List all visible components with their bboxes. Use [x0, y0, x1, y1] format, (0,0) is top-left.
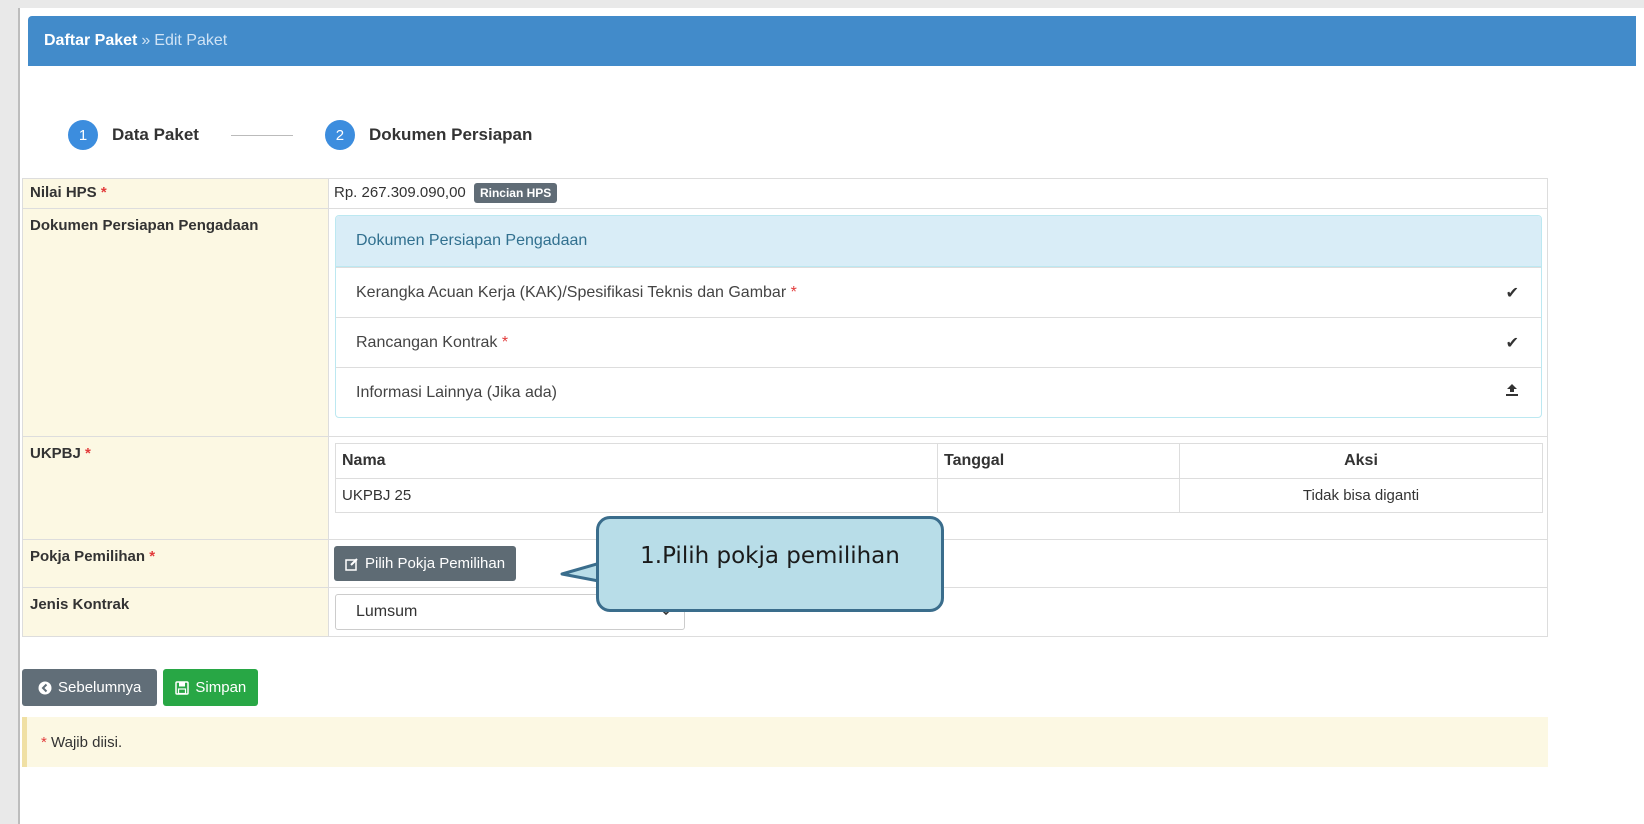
screenshot-frame: Daftar Paket » Edit Paket 1 Data Paket 2…: [0, 0, 1644, 824]
step-data-paket[interactable]: 1 Data Paket: [68, 120, 199, 150]
doc-item-label: Informasi Lainnya (Jika ada): [356, 383, 557, 401]
label-text: Nilai HPS: [30, 184, 97, 201]
sebelumnya-label: Sebelumnya: [58, 679, 142, 696]
simpan-label: Simpan: [195, 679, 247, 696]
row-dokumen-persiapan: Dokumen Persiapan Pengadaan Dokumen Pers…: [22, 208, 1548, 437]
breadcrumb: Daftar Paket » Edit Paket: [28, 16, 1636, 66]
required-mark: *: [149, 548, 156, 565]
row-nilai-hps: Nilai HPS * Rp. 267.309.090,00 Rincian H…: [22, 178, 1548, 209]
sebelumnya-button[interactable]: Sebelumnya: [22, 669, 158, 706]
label-nilai-hps: Nilai HPS *: [22, 178, 329, 209]
required-mark: *: [85, 445, 91, 462]
ukpbj-table-header: Nama Tanggal Aksi: [335, 443, 1543, 479]
callout-text: 1.Pilih pokja pemilihan: [640, 543, 900, 569]
doc-item-label: Rancangan Kontrak *: [356, 334, 508, 352]
required-mark: *: [501, 333, 509, 351]
step-connector: [230, 134, 293, 136]
doc-item-text: Rancangan Kontrak: [356, 333, 498, 351]
cell-tanggal: [937, 478, 1180, 513]
cell-nama: UKPBJ 25: [335, 478, 938, 513]
doc-item-label: Kerangka Acuan Kerja (KAK)/Spesifikasi T…: [356, 284, 797, 302]
required-mark: *: [790, 283, 797, 301]
doc-item-rancangan-kontrak[interactable]: Rancangan Kontrak * ✔: [336, 317, 1541, 367]
label-pokja-pemilihan: Pokja Pemilihan *: [22, 539, 329, 588]
breadcrumb-current: Edit Paket: [154, 32, 228, 49]
step-dokumen-persiapan[interactable]: 2 Dokumen Persiapan: [324, 120, 533, 150]
check-icon: ✔: [1505, 284, 1519, 302]
value-dokumen-persiapan: Dokumen Persiapan Pengadaan Kerangka Acu…: [328, 208, 1548, 437]
wizard-steps: 1 Data Paket 2 Dokumen Persiapan: [68, 120, 532, 150]
select-value: Lumsum: [356, 603, 418, 620]
label-text: UKPBJ: [30, 445, 81, 462]
instruction-callout: 1.Pilih pokja pemilihan: [596, 516, 944, 612]
dokumen-panel-heading: Dokumen Persiapan Pengadaan: [336, 216, 1541, 267]
form-actions: Sebelumnya Simpan: [22, 669, 259, 706]
simpan-button[interactable]: Simpan: [163, 669, 259, 706]
arrow-left-circle-icon: [38, 681, 52, 694]
step-number: 2: [324, 120, 355, 150]
column-header-aksi: Aksi: [1179, 443, 1543, 479]
label-jenis-kontrak: Jenis Kontrak: [22, 587, 329, 637]
doc-item-text: Kerangka Acuan Kerja (KAK)/Spesifikasi T…: [356, 283, 787, 301]
note-text: Wajib diisi.: [51, 733, 123, 751]
doc-item-kak[interactable]: Kerangka Acuan Kerja (KAK)/Spesifikasi T…: [336, 267, 1541, 317]
step-number: 1: [68, 120, 98, 150]
breadcrumb-link-daftar-paket[interactable]: Daftar Paket: [44, 32, 137, 50]
step-label: Dokumen Persiapan: [368, 125, 533, 144]
required-mark: *: [41, 733, 47, 751]
label-ukpbj: UKPBJ *: [22, 436, 329, 540]
hps-value: Rp. 267.309.090,00: [334, 183, 466, 201]
check-icon: ✔: [1505, 334, 1519, 352]
table-row: UKPBJ 25 Tidak bisa diganti: [335, 478, 1543, 513]
doc-item-informasi-lainnya[interactable]: Informasi Lainnya (Jika ada): [336, 367, 1541, 417]
pilih-pokja-label: Pilih Pokja Pemilihan: [365, 555, 506, 572]
edit-icon: [345, 557, 358, 571]
label-text: Pokja Pemilihan: [30, 548, 146, 565]
breadcrumb-separator: »: [141, 32, 151, 49]
value-nilai-hps: Rp. 267.309.090,00 Rincian HPS: [328, 178, 1548, 209]
step-label: Data Paket: [112, 125, 199, 144]
cell-aksi: Tidak bisa diganti: [1179, 478, 1543, 513]
required-note: * Wajib diisi.: [22, 717, 1548, 767]
dokumen-panel: Dokumen Persiapan Pengadaan Kerangka Acu…: [335, 215, 1542, 418]
ukpbj-table: Nama Tanggal Aksi UKPBJ 25 Tidak bisa di…: [335, 443, 1543, 513]
pilih-pokja-button[interactable]: Pilih Pokja Pemilihan: [334, 546, 517, 581]
save-icon: [175, 680, 190, 695]
upload-icon[interactable]: [1505, 383, 1519, 402]
required-mark: *: [100, 184, 107, 201]
label-dokumen-persiapan: Dokumen Persiapan Pengadaan: [22, 208, 329, 437]
rincian-hps-button[interactable]: Rincian HPS: [473, 183, 558, 203]
column-header-tanggal: Tanggal: [937, 443, 1180, 479]
column-header-nama: Nama: [335, 443, 938, 479]
